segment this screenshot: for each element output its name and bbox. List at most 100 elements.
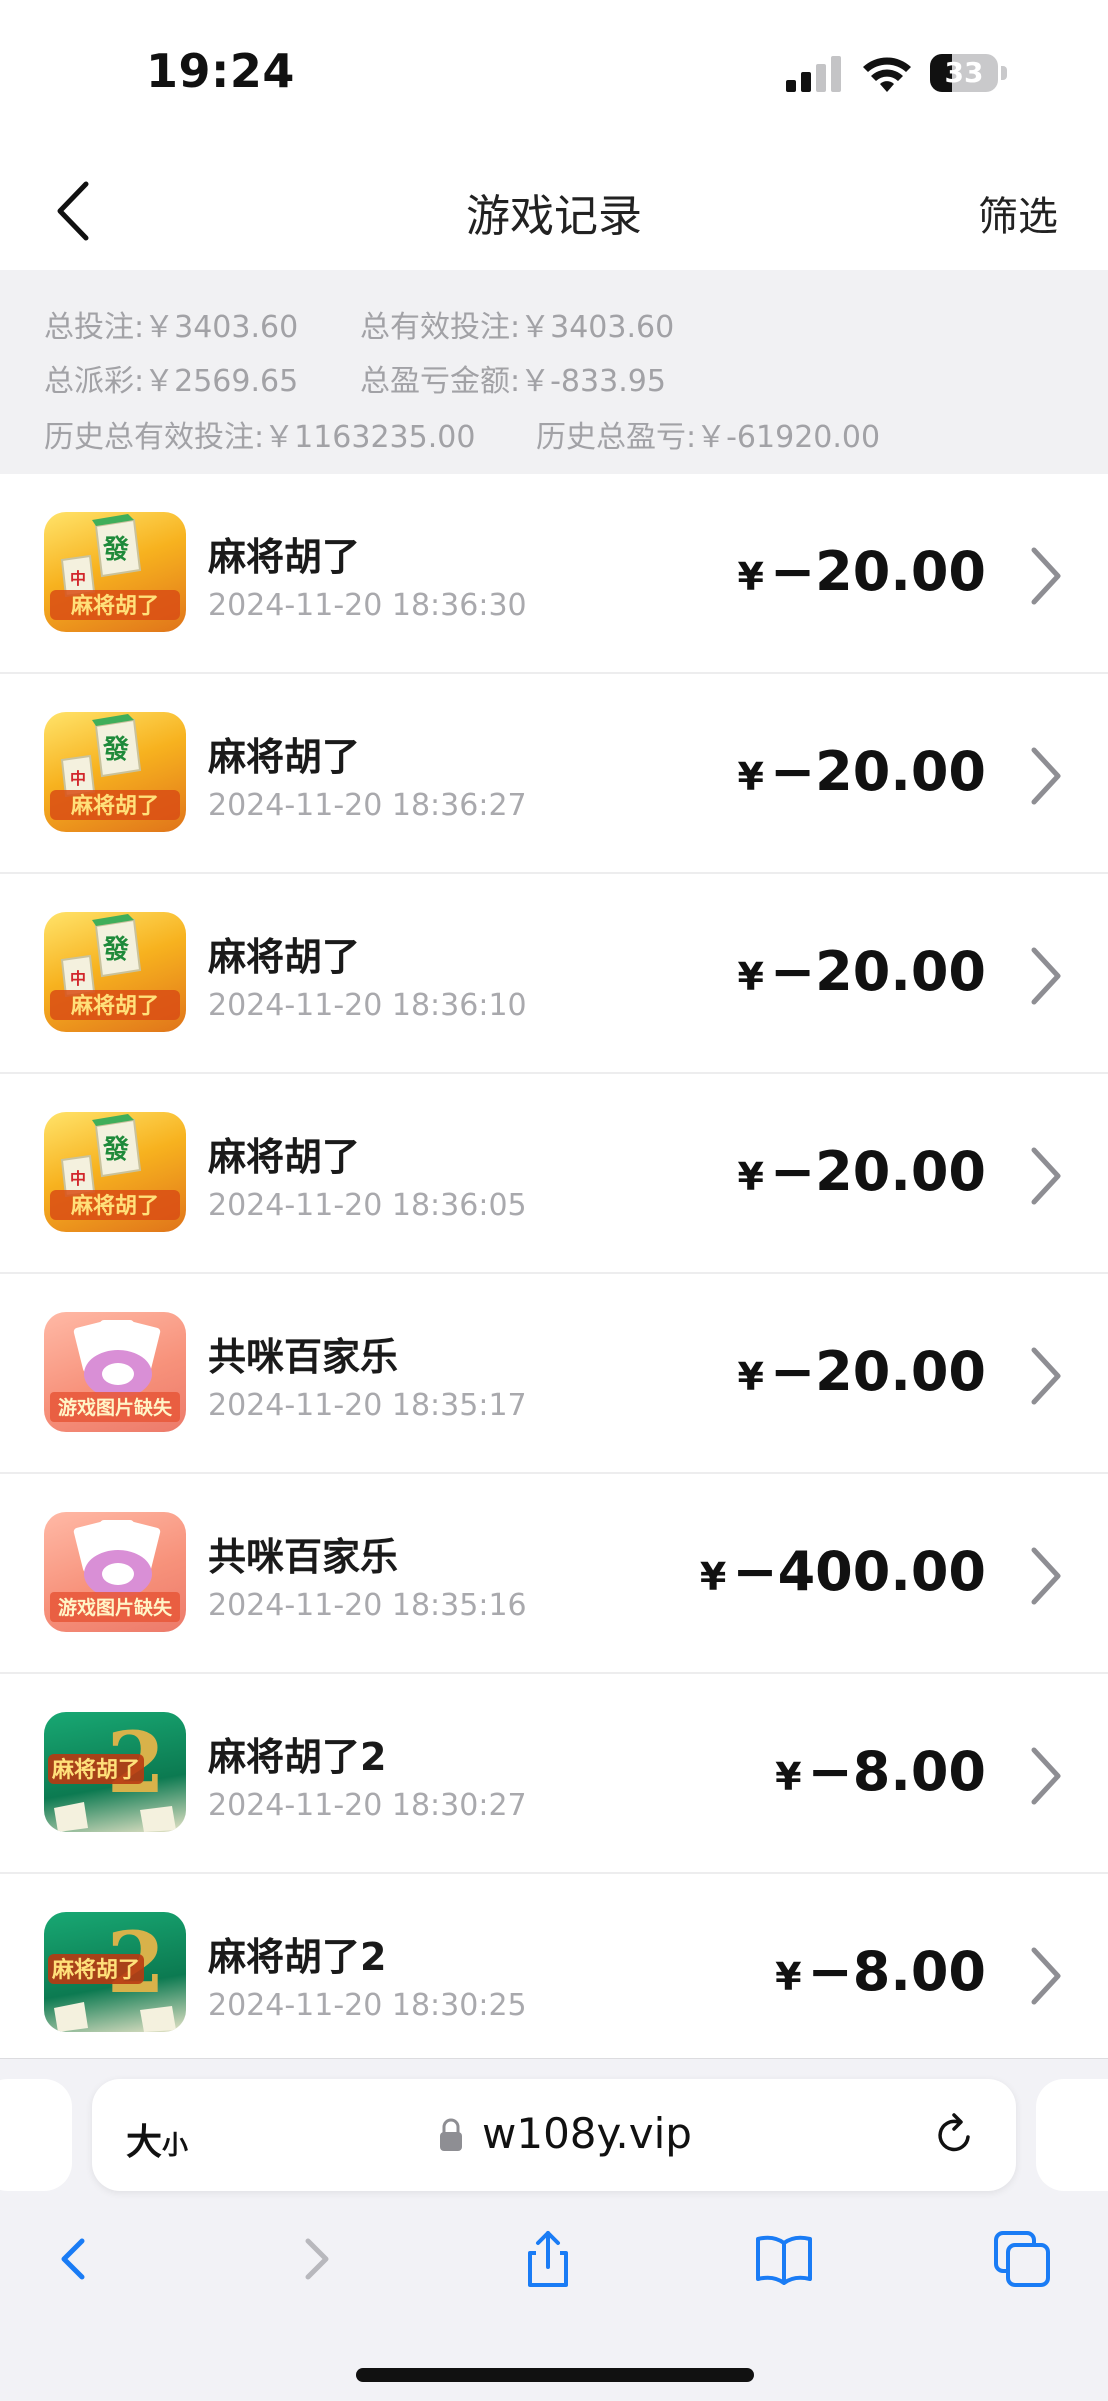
- total-bet: 总投注:￥3403.60: [44, 310, 299, 345]
- amount-value: −400.00: [732, 1540, 986, 1603]
- battery-icon: 33: [930, 54, 1010, 94]
- record-row[interactable]: 發中麻将胡了 麻将胡了 2024-11-20 18:36:30 ¥ −20.00: [0, 474, 1108, 674]
- game-time: 2024-11-20 18:36:10: [208, 988, 527, 1023]
- amount-value: −8.00: [807, 1940, 986, 2003]
- history-profit: 历史总盈亏:￥-61920.00: [536, 420, 881, 455]
- history-valid-bet: 历史总有效投注:￥1163235.00: [44, 420, 476, 455]
- cellular-signal-icon: [786, 56, 841, 92]
- mahjong2-game-icon: 2麻将胡了: [44, 1912, 186, 2032]
- game-name: 麻将胡了: [208, 1135, 361, 1179]
- address-bar[interactable]: 大小 w108y.vip: [92, 2079, 1016, 2191]
- currency-symbol: ¥: [737, 1355, 764, 1399]
- game-name: 麻将胡了2: [208, 1735, 387, 1779]
- filter-button[interactable]: 筛选: [978, 184, 1058, 242]
- currency-symbol: ¥: [699, 1555, 727, 1599]
- currency-symbol: ¥: [775, 1955, 802, 1999]
- amount-value: −20.00: [769, 1340, 986, 1403]
- record-row[interactable]: 游戏图片缺失 共咪百家乐 2024-11-20 18:35:17 ¥ −20.00: [0, 1274, 1108, 1474]
- svg-text:麻将胡了: 麻将胡了: [51, 1757, 140, 1783]
- currency-symbol: ¥: [737, 755, 764, 799]
- chevron-right-icon: [1031, 1947, 1061, 2005]
- amount-value: −20.00: [769, 1140, 986, 1203]
- amount-value: −8.00: [807, 1740, 986, 1803]
- record-row[interactable]: 發中麻将胡了 麻将胡了 2024-11-20 18:36:27 ¥ −20.00: [0, 674, 1108, 874]
- page-title: 游戏记录: [466, 191, 642, 242]
- mahjong-game-icon: 發中麻将胡了: [44, 712, 186, 832]
- game-time: 2024-11-20 18:35:16: [208, 1588, 527, 1623]
- currency-symbol: ¥: [737, 555, 764, 599]
- svg-text:麻将胡了: 麻将胡了: [51, 1957, 140, 1983]
- browser-forward-icon[interactable]: [284, 2227, 348, 2291]
- game-time: 2024-11-20 18:36:30: [208, 588, 527, 623]
- svg-text:發: 發: [102, 535, 130, 565]
- svg-text:麻将胡了: 麻将胡了: [70, 593, 159, 619]
- amount-value: −20.00: [769, 540, 986, 603]
- mahjong-game-icon: 發中麻将胡了: [44, 912, 186, 1032]
- game-name: 麻将胡了: [208, 735, 361, 779]
- next-tab-peek[interactable]: [1036, 2079, 1108, 2191]
- status-bar: 19:24 33: [0, 0, 1108, 150]
- svg-text:發: 發: [102, 935, 130, 965]
- svg-text:麻将胡了: 麻将胡了: [70, 793, 159, 819]
- total-valid-bet: 总有效投注:￥3403.60: [360, 310, 675, 345]
- reload-icon[interactable]: [930, 2111, 978, 2159]
- total-payout: 总派彩:￥2569.65: [44, 364, 299, 399]
- svg-text:麻将胡了: 麻将胡了: [70, 1193, 159, 1219]
- bet-amount: ¥ −20.00: [737, 940, 986, 1003]
- bet-amount: ¥ −20.00: [737, 1140, 986, 1203]
- chevron-right-icon: [1031, 1347, 1061, 1405]
- bookmarks-icon[interactable]: [752, 2227, 816, 2291]
- tabs-icon[interactable]: [990, 2227, 1054, 2291]
- currency-symbol: ¥: [775, 1755, 802, 1799]
- currency-symbol: ¥: [737, 955, 764, 999]
- mahjong2-game-icon: 2麻将胡了: [44, 1712, 186, 1832]
- previous-tab-peek[interactable]: [0, 2079, 72, 2191]
- browser-toolbar: 大小 w108y.vip: [0, 2058, 1108, 2401]
- chevron-right-icon: [1031, 1547, 1061, 1605]
- chevron-right-icon: [1031, 1747, 1061, 1805]
- game-name: 共咪百家乐: [208, 1535, 399, 1579]
- bet-amount: ¥ −8.00: [775, 1740, 986, 1803]
- record-row[interactable]: 2麻将胡了 麻将胡了2 2024-11-20 18:30:25 ¥−8.00: [0, 1874, 1108, 2074]
- baccarat-game-icon: 游戏图片缺失: [44, 1512, 186, 1632]
- bet-amount: ¥ −8.00: [775, 1940, 986, 2003]
- url-text: w108y.vip: [482, 2109, 692, 2158]
- svg-text:中: 中: [70, 969, 86, 988]
- record-row[interactable]: 發中麻将胡了 麻将胡了 2024-11-20 18:36:05 ¥ −20.00: [0, 1074, 1108, 1274]
- bet-amount: ¥ −20.00: [737, 1340, 986, 1403]
- svg-text:發: 發: [102, 735, 130, 765]
- currency-symbol: ¥: [737, 1155, 764, 1199]
- bet-amount: ¥ −20.00: [737, 540, 986, 603]
- status-time: 19:24: [146, 44, 295, 98]
- game-time: 2024-11-20 18:30:25: [208, 1988, 527, 2023]
- game-name: 麻将胡了2: [208, 1935, 387, 1979]
- record-list: 發中麻将胡了 麻将胡了 2024-11-20 18:36:30 ¥ −20.00 …: [0, 474, 1108, 2074]
- record-row[interactable]: 2麻将胡了 麻将胡了2 2024-11-20 18:30:27 ¥−8.00: [0, 1674, 1108, 1874]
- record-row[interactable]: 游戏图片缺失 共咪百家乐 2024-11-20 18:35:16 ¥ −400.0…: [0, 1474, 1108, 1674]
- game-name: 麻将胡了: [208, 535, 361, 579]
- game-name: 麻将胡了: [208, 935, 361, 979]
- share-icon[interactable]: [516, 2227, 580, 2291]
- svg-text:游戏图片缺失: 游戏图片缺失: [58, 1596, 173, 1619]
- baccarat-game-icon: 游戏图片缺失: [44, 1312, 186, 1432]
- game-time: 2024-11-20 18:30:27: [208, 1788, 527, 1823]
- lock-icon: [440, 2118, 462, 2151]
- chevron-right-icon: [1031, 947, 1061, 1005]
- text-size-button[interactable]: 大小: [126, 2113, 188, 2165]
- amount-value: −20.00: [769, 940, 986, 1003]
- game-time: 2024-11-20 18:36:27: [208, 788, 527, 823]
- svg-text:麻将胡了: 麻将胡了: [70, 993, 159, 1019]
- record-row[interactable]: 發中麻将胡了 麻将胡了 2024-11-20 18:36:10 ¥ −20.00: [0, 874, 1108, 1074]
- svg-text:游戏图片缺失: 游戏图片缺失: [58, 1396, 173, 1419]
- chevron-right-icon: [1031, 547, 1061, 605]
- browser-back-icon[interactable]: [42, 2227, 106, 2291]
- total-profit: 总盈亏金额:￥-833.95: [360, 364, 666, 399]
- mahjong-game-icon: 發中麻将胡了: [44, 512, 186, 632]
- bet-amount: ¥ −400.00: [700, 1540, 986, 1603]
- game-name: 共咪百家乐: [208, 1335, 399, 1379]
- chevron-right-icon: [1031, 1147, 1061, 1205]
- svg-text:中: 中: [70, 769, 86, 788]
- summary-panel: 总投注:￥3403.60 总有效投注:￥3403.60 总派彩:￥2569.65…: [0, 270, 1108, 474]
- mahjong-game-icon: 發中麻将胡了: [44, 1112, 186, 1232]
- amount-value: −20.00: [769, 740, 986, 803]
